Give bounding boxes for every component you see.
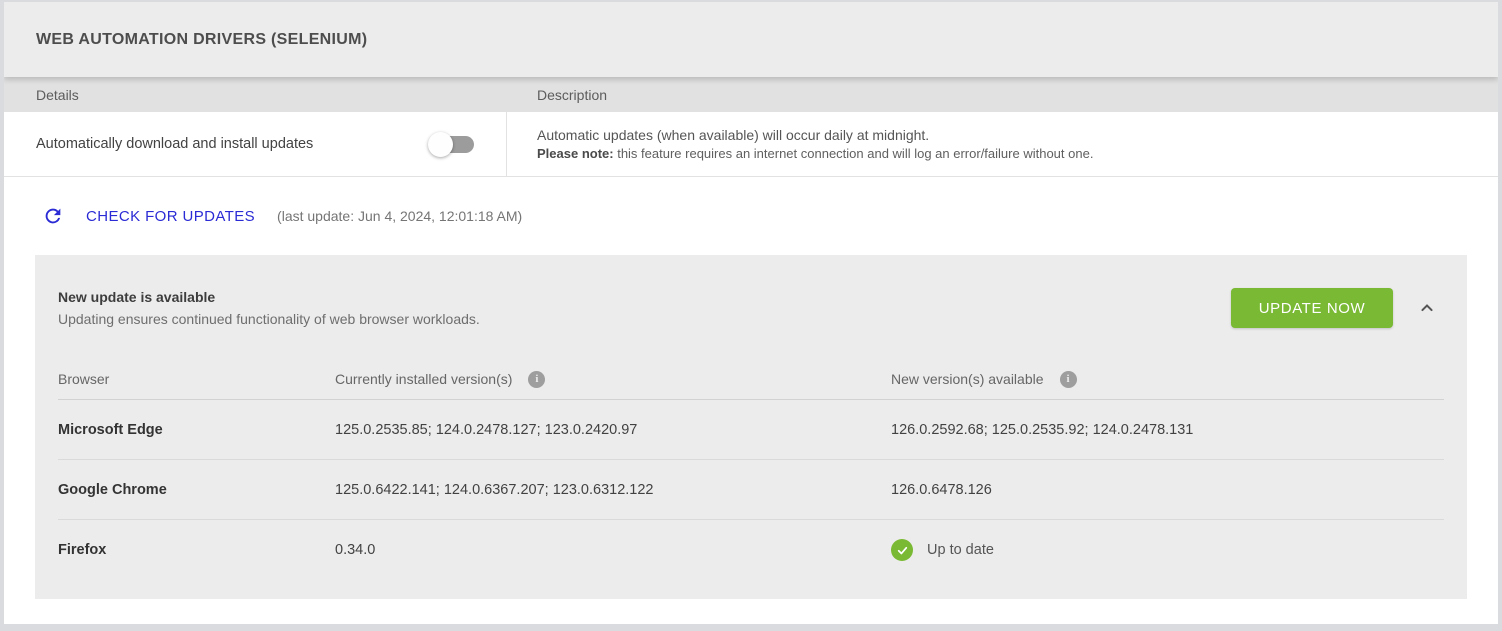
browser-name: Firefox [58, 542, 106, 558]
table-header-row: Browser Currently installed version(s) i… [58, 359, 1444, 400]
installed-column-header: Currently installed version(s) [335, 371, 512, 387]
table-row-firefox: Firefox 0.34.0 Up to date [58, 520, 1444, 580]
web-automation-drivers-page: WEB AUTOMATION DRIVERS (SELENIUM) Detail… [0, 0, 1502, 631]
installed-column-header-cell: Currently installed version(s) i [335, 371, 891, 388]
update-panel-titles: New update is available Updating ensures… [58, 289, 1231, 327]
update-now-button[interactable]: UPDATE NOW [1231, 288, 1393, 328]
page-title: WEB AUTOMATION DRIVERS (SELENIUM) [36, 31, 367, 49]
info-icon[interactable]: i [528, 371, 545, 388]
update-panel-subtitle: Updating ensures continued functionality… [58, 311, 1231, 327]
auto-update-label: Automatically download and install updat… [36, 136, 313, 152]
available-versions: 126.0.2592.68; 125.0.2535.92; 124.0.2478… [891, 422, 1193, 438]
up-to-date-status: Up to date [927, 542, 994, 558]
update-panel-header: New update is available Updating ensures… [35, 255, 1467, 341]
update-available-panel: New update is available Updating ensures… [35, 255, 1467, 599]
available-versions: 126.0.6478.126 [891, 482, 992, 498]
table-row-microsoft-edge: Microsoft Edge 125.0.2535.85; 124.0.2478… [58, 400, 1444, 460]
auto-update-description-cell: Automatic updates (when available) will … [507, 112, 1498, 176]
info-icon[interactable]: i [1060, 371, 1077, 388]
details-column-header: Details [4, 87, 507, 103]
table-row-google-chrome: Google Chrome 125.0.6422.141; 124.0.6367… [58, 460, 1444, 520]
chevron-up-icon[interactable] [1417, 298, 1437, 318]
auto-update-toggle[interactable] [428, 131, 474, 157]
browser-versions-table: Browser Currently installed version(s) i… [35, 359, 1467, 580]
note-text: this feature requires an internet connec… [614, 146, 1094, 161]
note-label: Please note: [537, 146, 614, 161]
description-line-2: Please note: this feature requires an in… [537, 146, 1498, 161]
installed-versions: 125.0.6422.141; 124.0.6367.207; 123.0.63… [335, 482, 654, 498]
toggle-thumb [428, 132, 453, 157]
browser-name: Microsoft Edge [58, 422, 163, 438]
installed-versions: 0.34.0 [335, 542, 375, 558]
auto-update-details-cell: Automatically download and install updat… [4, 112, 507, 176]
installed-versions: 125.0.2535.85; 124.0.2478.127; 123.0.242… [335, 422, 637, 438]
auto-update-setting-row: Automatically download and install updat… [4, 112, 1498, 177]
update-panel-title: New update is available [58, 289, 1231, 305]
check-for-updates-button[interactable]: CHECK FOR UPDATES [86, 208, 255, 225]
section-header: WEB AUTOMATION DRIVERS (SELENIUM) [4, 2, 1498, 77]
last-update-timestamp: (last update: Jun 4, 2024, 12:01:18 AM) [277, 208, 522, 224]
available-column-header-cell: New version(s) available i [891, 371, 1444, 388]
available-column-header: New version(s) available [891, 371, 1044, 387]
browser-column-header: Browser [58, 371, 335, 387]
column-header-row: Details Description [4, 77, 1498, 112]
refresh-icon[interactable] [42, 205, 64, 227]
check-circle-icon [891, 539, 913, 561]
description-column-header: Description [507, 87, 607, 103]
browser-name: Google Chrome [58, 482, 167, 498]
check-for-updates-row: CHECK FOR UPDATES (last update: Jun 4, 2… [4, 177, 1498, 255]
description-line-1: Automatic updates (when available) will … [537, 127, 1498, 143]
